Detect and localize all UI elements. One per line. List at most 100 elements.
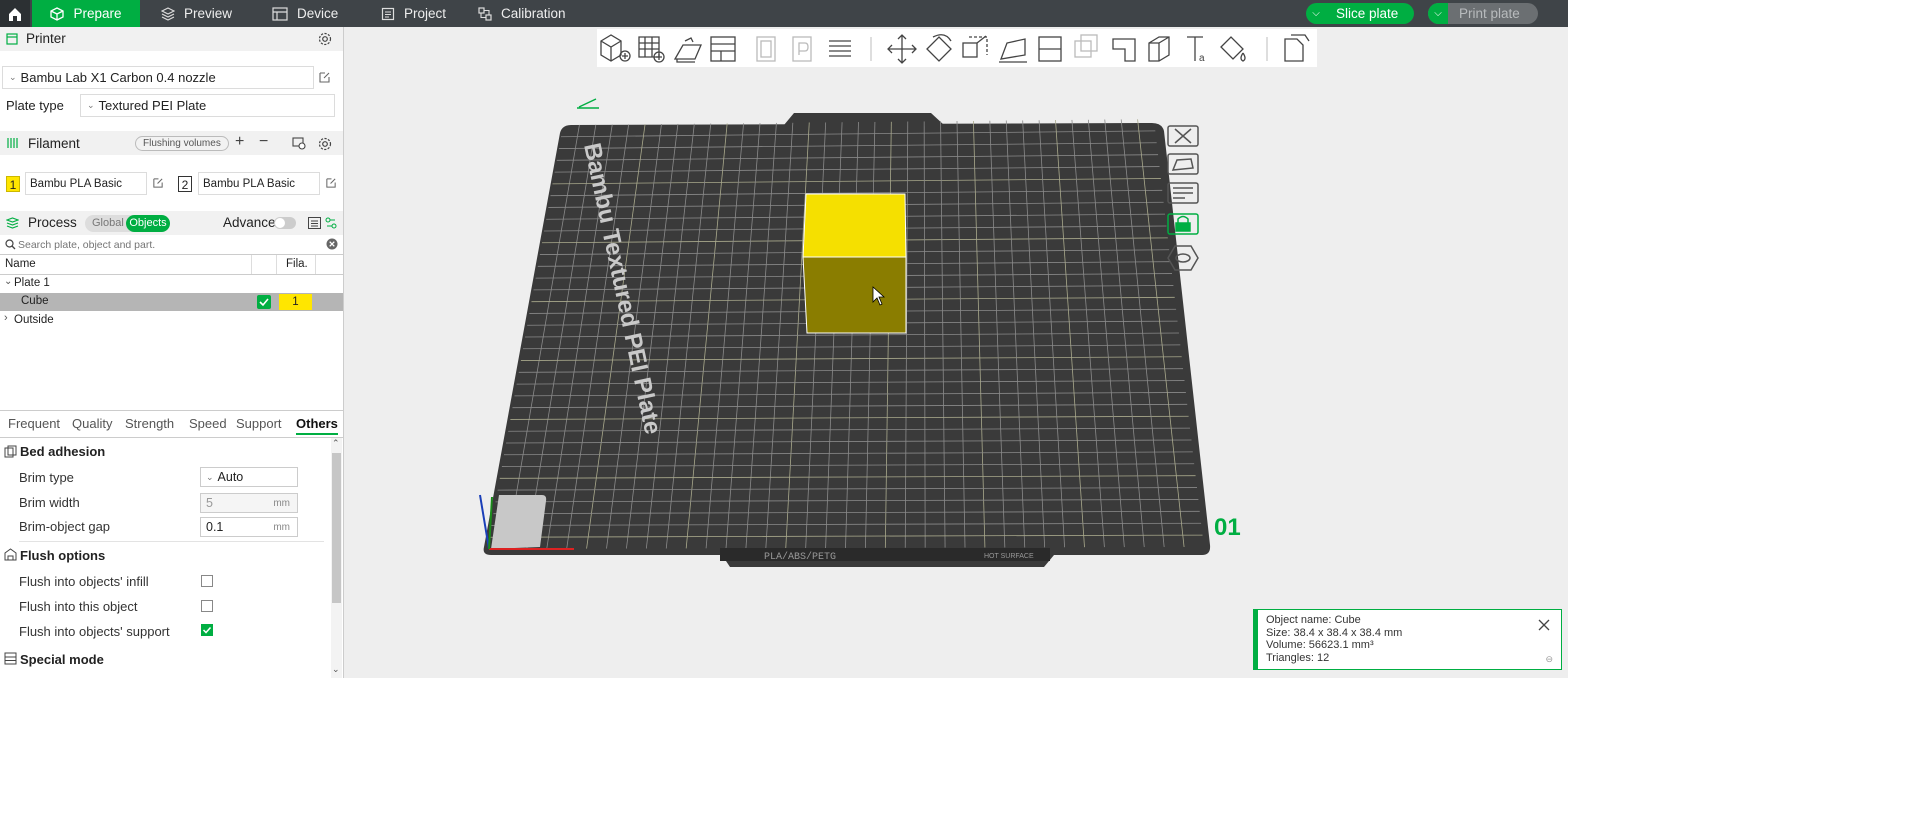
plate-type-label: Plate type: [6, 98, 64, 113]
build-plate[interactable]: PLA/ABS/PETG HOT SURFACE Bambu Textured …: [344, 27, 1568, 678]
global-option[interactable]: Global: [92, 217, 124, 229]
add-icon[interactable]: +: [235, 133, 244, 151]
cube-front-face[interactable]: [802, 256, 907, 334]
assembly-view-icon[interactable]: [1284, 34, 1310, 62]
text-icon[interactable]: a: [1187, 36, 1205, 64]
list-item-plate[interactable]: ⌄ Plate 1: [0, 275, 343, 293]
left-panel: Printer ⌄ Bambu Lab X1 Carbon 0.4 nozzle…: [0, 27, 344, 678]
brim-type-label: Brim type: [19, 470, 74, 485]
gear-icon[interactable]: [318, 137, 332, 151]
home-button[interactable]: [0, 0, 30, 27]
search-input[interactable]: [18, 237, 318, 252]
filament-select-1[interactable]: Bambu PLA Basic: [25, 172, 147, 195]
tab-project[interactable]: Project: [381, 0, 446, 27]
add-plate-icon[interactable]: [638, 36, 665, 63]
brim-type-select[interactable]: ⌄ Auto: [200, 467, 298, 487]
edit-icon[interactable]: [318, 71, 331, 84]
layers-editing-icon[interactable]: [829, 40, 851, 57]
printer-select[interactable]: ⌄ Bambu Lab X1 Carbon 0.4 nozzle: [2, 66, 314, 89]
edit-icon[interactable]: [152, 177, 164, 189]
flush-infill-label: Flush into objects' infill: [19, 574, 149, 589]
delete-all-icon[interactable]: [1167, 125, 1199, 147]
printer-icon: [6, 33, 18, 45]
tab-quality[interactable]: Quality: [72, 416, 112, 431]
tab-strength[interactable]: Strength: [125, 416, 174, 431]
print-plate-button[interactable]: ⌵ Print plate: [1428, 3, 1538, 24]
cut-icon[interactable]: [1038, 36, 1062, 62]
flush-options-title: Flush options: [20, 548, 106, 563]
split-to-parts-icon[interactable]: [792, 36, 812, 62]
list-icon[interactable]: [308, 217, 321, 229]
tab-others[interactable]: Others: [296, 416, 338, 435]
scale-icon[interactable]: [962, 35, 988, 58]
plate-type-select[interactable]: ⌄ Textured PEI Plate: [80, 94, 335, 117]
info-volume: Volume: 56623.1 mm³: [1266, 639, 1374, 652]
tab-calibration[interactable]: Calibration: [478, 0, 566, 27]
tab-speed[interactable]: Speed: [189, 416, 227, 431]
split-to-objects-icon[interactable]: [756, 36, 776, 62]
scrollbar-thumb[interactable]: [332, 453, 341, 603]
add-object-icon[interactable]: [600, 34, 631, 62]
seam-painting-icon[interactable]: [1148, 36, 1170, 62]
global-objects-toggle[interactable]: Global Objects: [85, 215, 170, 232]
printer-title: Printer: [26, 31, 66, 46]
edit-icon[interactable]: [325, 177, 337, 189]
rotate-icon[interactable]: [926, 34, 952, 62]
brim-type-value: Auto: [217, 470, 244, 484]
scrollbar[interactable]: ⌃ ⌄: [331, 438, 342, 678]
boolean-icon[interactable]: [1074, 34, 1098, 58]
filament-section-header: Filament Flushing volumes + −: [0, 131, 343, 155]
filament-select-2[interactable]: Bambu PLA Basic: [198, 172, 320, 195]
flush-object-checkbox[interactable]: [201, 600, 213, 612]
outside-name: Outside: [14, 314, 54, 326]
move-icon[interactable]: [887, 34, 917, 64]
lay-on-face-icon[interactable]: [999, 38, 1027, 63]
tab-prepare[interactable]: Prepare: [32, 0, 140, 27]
cube-top-face[interactable]: [802, 193, 907, 258]
flush-support-checkbox[interactable]: [201, 624, 213, 636]
brim-gap-input[interactable]: 0.1 mm: [200, 517, 298, 537]
chevron-down-icon[interactable]: ⌵: [1306, 8, 1326, 19]
unit-label: mm: [273, 497, 290, 509]
compare-icon[interactable]: [325, 217, 337, 229]
tab-preview[interactable]: Preview: [161, 0, 232, 27]
close-icon[interactable]: [1537, 618, 1551, 632]
tab-frequent[interactable]: Frequent: [8, 416, 60, 431]
chevron-up-icon[interactable]: ⌃: [332, 438, 340, 449]
flush-icon: [4, 548, 17, 561]
orient-plate-icon[interactable]: [1167, 153, 1199, 175]
remove-icon[interactable]: −: [259, 133, 268, 151]
support-painting-icon[interactable]: [1112, 38, 1136, 62]
chevron-down-icon[interactable]: ⌵: [1428, 3, 1448, 24]
color-painting-icon[interactable]: [1220, 36, 1246, 62]
tab-device[interactable]: Device: [272, 0, 338, 27]
arrange-plate-icon[interactable]: [1167, 182, 1199, 204]
column-fila[interactable]: Fila.: [286, 258, 308, 270]
chevron-down-icon[interactable]: ⌄: [4, 276, 12, 287]
list-item-object[interactable]: Cube 1: [0, 293, 343, 311]
edit-pencil-icon[interactable]: [577, 98, 599, 109]
sync-filament-icon[interactable]: [292, 137, 306, 150]
top-bar: Prepare Preview Device Project Calibrati…: [0, 0, 1568, 27]
list-item-outside[interactable]: › Outside: [0, 311, 343, 329]
visible-check-icon[interactable]: [257, 295, 271, 309]
flushing-volumes-button[interactable]: Flushing volumes: [135, 136, 229, 151]
gear-icon[interactable]: [318, 32, 332, 46]
plate-settings-icon[interactable]: [1167, 245, 1199, 271]
column-name[interactable]: Name: [5, 258, 36, 270]
brim-width-input[interactable]: 5 mm: [200, 493, 298, 513]
advance-toggle[interactable]: [274, 217, 296, 229]
collapse-icon[interactable]: ⊖: [1545, 653, 1553, 666]
arrange-icon[interactable]: [710, 36, 736, 62]
slice-plate-button[interactable]: ⌵ Slice plate: [1306, 3, 1414, 24]
close-icon[interactable]: [326, 238, 338, 250]
chevron-down-icon[interactable]: ⌄: [332, 664, 340, 675]
lock-plate-icon[interactable]: [1167, 213, 1199, 235]
tab-support[interactable]: Support: [236, 416, 282, 431]
objects-option[interactable]: Objects: [126, 215, 170, 232]
flush-infill-checkbox[interactable]: [201, 575, 213, 587]
object-filament-badge[interactable]: 1: [279, 294, 312, 310]
auto-orient-icon[interactable]: [673, 37, 702, 63]
chevron-down-icon: ⌄: [87, 100, 95, 110]
chevron-right-icon[interactable]: ›: [4, 312, 8, 324]
